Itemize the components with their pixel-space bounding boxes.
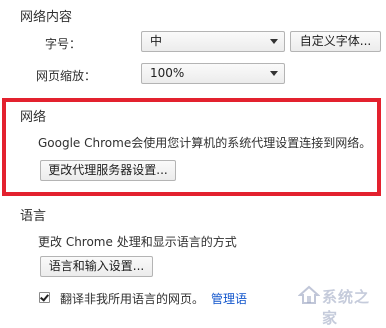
translate-checkbox[interactable] bbox=[39, 292, 50, 303]
watermark-logo: 系统之家 bbox=[298, 282, 384, 327]
web-content-title: 网络内容 bbox=[20, 10, 73, 25]
custom-fonts-button[interactable]: 自定义字体... bbox=[290, 31, 381, 52]
page-zoom-select[interactable]: 100% bbox=[141, 63, 285, 84]
manage-languages-link[interactable]: 管理语 bbox=[211, 290, 247, 307]
page-zoom-value: 100% bbox=[150, 66, 185, 80]
page-zoom-label: 网页缩放： bbox=[36, 69, 97, 83]
house-logo-icon bbox=[298, 285, 320, 304]
languages-description: 更改 Chrome 处理和显示语言的方式 bbox=[38, 235, 237, 249]
translate-checkbox-label: 翻译非我所用语言的网页。 bbox=[60, 292, 205, 306]
change-proxy-button[interactable]: 更改代理服务器设置... bbox=[40, 160, 176, 181]
font-size-value: 中 bbox=[150, 34, 163, 48]
chevron-down-icon bbox=[270, 39, 278, 44]
watermark-text: 系统之家 bbox=[322, 288, 371, 327]
font-size-select[interactable]: 中 bbox=[141, 31, 285, 52]
font-size-label: 字号： bbox=[45, 37, 82, 51]
chevron-down-icon bbox=[270, 71, 278, 76]
network-description: Google Chrome会使用您计算机的系统代理设置连接到网络。 bbox=[38, 136, 372, 150]
languages-title: 语言 bbox=[20, 209, 47, 224]
language-input-settings-button[interactable]: 语言和输入设置... bbox=[40, 256, 153, 277]
network-title: 网络 bbox=[20, 110, 47, 125]
